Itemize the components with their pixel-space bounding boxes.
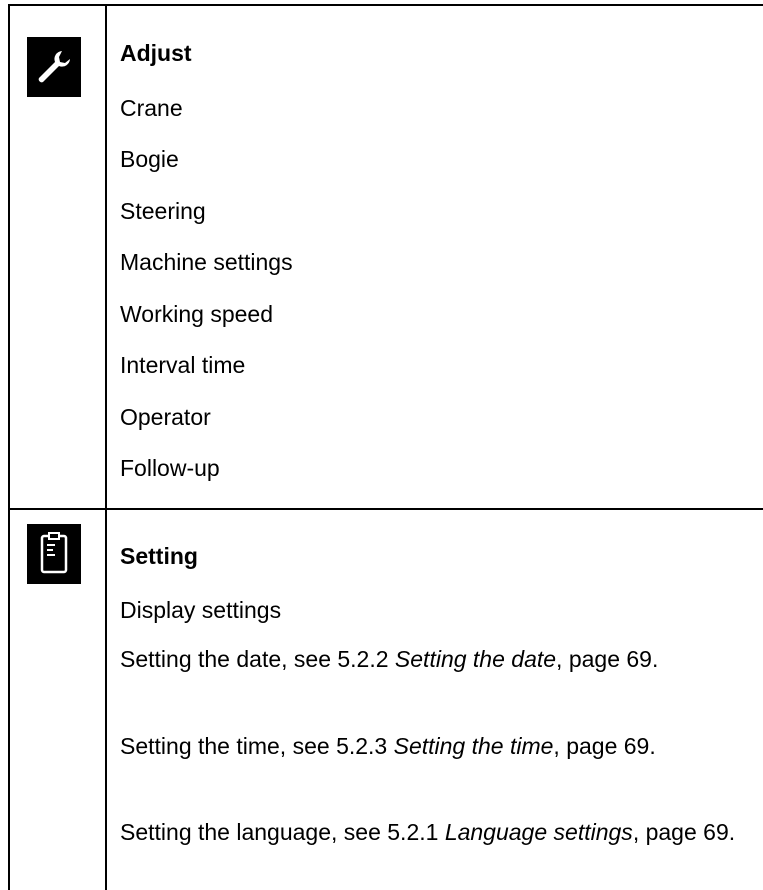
- setting-time-suffix: , page 69.: [553, 733, 656, 759]
- setting-heading: Setting: [120, 543, 198, 569]
- setting-language-suffix: , page 69.: [632, 819, 736, 845]
- table-top-border: [8, 4, 763, 6]
- adjust-item-crane: Crane: [120, 95, 183, 121]
- document-table: Adjust Crane Bogie Steering Machine sett…: [0, 0, 763, 890]
- setting-time-paragraph: Setting the time, see 5.2.3 Setting the …: [120, 734, 750, 758]
- adjust-heading: Adjust: [120, 40, 192, 66]
- adjust-item-interval-time: Interval time: [120, 352, 246, 378]
- wrench-icon: [27, 37, 81, 97]
- adjust-item-machine-settings: Machine settings: [120, 249, 293, 275]
- setting-date-paragraph: Setting the date, see 5.2.2 Setting the …: [120, 647, 750, 671]
- setting-date-ref: Setting the date: [394, 646, 557, 672]
- adjust-item-bogie: Bogie: [120, 146, 179, 172]
- clipboard-icon: [27, 524, 81, 584]
- table-row-divider: [8, 508, 763, 510]
- table-column-divider: [105, 4, 107, 890]
- setting-time-prefix: Setting the time, see 5.2.3: [120, 733, 394, 759]
- setting-language-paragraph: Setting the language, see 5.2.1 Language…: [120, 820, 750, 844]
- setting-language-prefix: Setting the language, see 5.2.1: [120, 819, 445, 845]
- adjust-item-follow-up: Follow-up: [120, 455, 220, 481]
- setting-date-prefix: Setting the date, see 5.2.2: [120, 646, 395, 672]
- table-left-border: [8, 4, 10, 890]
- setting-display-settings: Display settings: [120, 597, 282, 623]
- setting-date-suffix: , page 69.: [556, 646, 659, 672]
- adjust-item-steering: Steering: [120, 198, 206, 224]
- adjust-item-working-speed: Working speed: [120, 301, 273, 327]
- setting-language-ref: Language settings: [444, 819, 633, 845]
- adjust-item-operator: Operator: [120, 404, 211, 430]
- setting-time-ref: Setting the time: [393, 733, 554, 759]
